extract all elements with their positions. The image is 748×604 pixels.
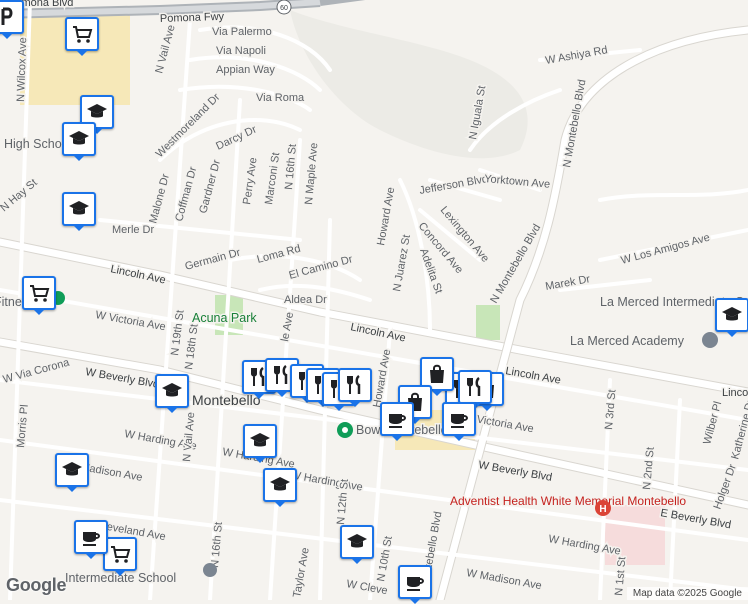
- map-canvas[interactable]: 60 Pomona Blvd Via Palermo Via Napoli Ap…: [0, 0, 748, 600]
- street-label: Via Napoli: [216, 45, 266, 57]
- school-icon: [722, 307, 742, 321]
- street-label: Linco: [722, 387, 748, 399]
- street-label: Via Roma: [256, 92, 305, 104]
- pin-restaurant[interactable]: [458, 370, 492, 409]
- school-icon: [347, 534, 367, 548]
- pin-school[interactable]: [62, 122, 96, 161]
- cafe-icon: [451, 414, 468, 428]
- school-marker-icon: [702, 332, 718, 348]
- school-marker-icon: [203, 563, 217, 577]
- school-icon: [69, 201, 89, 215]
- city-label: Montebello: [192, 392, 261, 408]
- street-label: Aldea Dr: [284, 294, 327, 306]
- pin-cafe[interactable]: [380, 402, 414, 441]
- street-label: Merle Dr: [112, 224, 155, 236]
- shopping-cart-icon: [111, 546, 131, 563]
- pin-restaurant[interactable]: [338, 368, 372, 407]
- pin-cafe[interactable]: [74, 520, 108, 559]
- pin-school[interactable]: [263, 468, 297, 507]
- shopping-bag-icon: [430, 364, 444, 383]
- school-icon: [69, 131, 89, 145]
- shopping-cart-icon: [30, 285, 50, 302]
- pin-school[interactable]: [715, 298, 748, 337]
- school-icon: [250, 433, 270, 447]
- school-icon: [87, 104, 107, 118]
- hospital-label: Adventist Health White Memorial Montebel…: [450, 494, 686, 508]
- pin-school[interactable]: [62, 192, 96, 231]
- freeway-shield: 60: [276, 0, 292, 15]
- school-icon: [270, 477, 290, 491]
- street-label: Appian Way: [216, 64, 275, 76]
- freeway-label: Pomona Fwy: [160, 11, 225, 25]
- pin-school[interactable]: [340, 525, 374, 564]
- shopping-cart-icon: [73, 26, 93, 43]
- pin-cafe[interactable]: [398, 565, 432, 604]
- la-merced-academy-label: La Merced Academy: [570, 334, 685, 348]
- pin-shopping-cart[interactable]: [22, 276, 56, 315]
- park-label: Acuna Park: [192, 311, 257, 325]
- map-attribution[interactable]: Map data ©2025 Google: [626, 587, 748, 600]
- svg-text:H: H: [599, 504, 606, 515]
- pin-school[interactable]: [55, 453, 89, 492]
- park-area-east: [476, 305, 500, 340]
- parking-icon: [1, 7, 13, 25]
- pin-school[interactable]: [243, 424, 277, 463]
- pin-shopping-cart[interactable]: [65, 17, 99, 56]
- cafe-icon: [407, 577, 424, 591]
- pin-shopping-cart[interactable]: [103, 537, 137, 576]
- google-logo: Google: [6, 575, 67, 595]
- school-icon: [162, 383, 182, 397]
- pin-school[interactable]: [155, 374, 189, 413]
- restaurant-icon: [467, 376, 481, 396]
- pin-cafe[interactable]: [442, 402, 476, 441]
- street-label: N Wilcox Ave: [15, 37, 29, 102]
- pin-parking[interactable]: [0, 0, 24, 39]
- street-label: Via Palermo: [212, 26, 272, 38]
- restaurant-icon: [347, 374, 361, 394]
- svg-text:60: 60: [280, 5, 288, 12]
- cafe-icon: [389, 414, 406, 428]
- cafe-icon: [83, 532, 100, 546]
- school-icon: [62, 462, 82, 476]
